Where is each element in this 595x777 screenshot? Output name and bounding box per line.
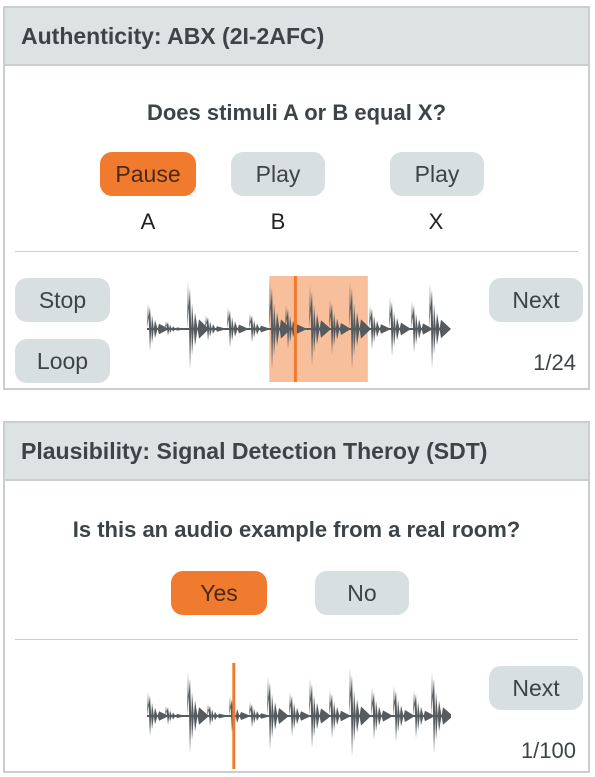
no-button[interactable]: No (315, 571, 409, 615)
waveform-burst (329, 690, 351, 739)
playhead (232, 663, 236, 769)
waveform-burst (205, 315, 227, 341)
abx-divider (15, 251, 578, 252)
waveform-burst (227, 307, 249, 348)
abx-waveform[interactable] (143, 276, 451, 382)
stop-button[interactable]: Stop (15, 278, 110, 322)
stimulus-label-a: A (140, 209, 156, 234)
sdt-question: Is this an audio example from a real roo… (72, 517, 521, 542)
abx-question: Does stimuli A or B equal X? (146, 100, 447, 125)
play-a-button[interactable]: Pause (100, 152, 196, 196)
waveform-burst (229, 696, 251, 733)
yes-button[interactable]: Yes (171, 571, 267, 615)
loop-button[interactable]: Loop (15, 339, 110, 383)
sdt-divider (15, 639, 578, 640)
waveform-burst (267, 676, 289, 750)
sdt-panel-title: Plausibility: Signal Detection Theroy (S… (5, 423, 588, 481)
stimulus-label-b: B (270, 209, 286, 234)
play-x-button[interactable]: Play (390, 152, 484, 196)
sdt-next-button[interactable]: Next (489, 666, 583, 710)
waveform-burst (349, 668, 371, 757)
waveform-burst (431, 672, 451, 754)
abx-panel: Authenticity: ABX (2I-2AFC) Does stimuli… (3, 6, 590, 390)
waveform-burst (249, 313, 271, 343)
waveform-burst (369, 305, 391, 350)
sdt-trial-counter: 1/100 (520, 738, 576, 763)
playhead (293, 276, 297, 382)
play-b-button[interactable]: Play (231, 152, 325, 196)
abx-next-button[interactable]: Next (489, 278, 583, 322)
sdt-panel: Plausibility: Signal Detection Theroy (S… (3, 421, 590, 773)
waveform-burst (147, 692, 169, 737)
waveform-burst (187, 672, 209, 754)
stimulus-label-x: X (428, 209, 444, 234)
waveform-burst (289, 692, 311, 737)
waveform-burst (389, 297, 411, 357)
waveform-burst (393, 686, 415, 742)
waveform-signal (147, 668, 451, 757)
waveform-burst (309, 678, 331, 749)
abx-panel-title: Authenticity: ABX (2I-2AFC) (5, 8, 588, 66)
waveform-burst (429, 283, 451, 369)
abx-trial-counter: 1/24 (533, 350, 576, 375)
waveform-burst (371, 688, 393, 740)
sdt-waveform[interactable] (143, 663, 451, 769)
